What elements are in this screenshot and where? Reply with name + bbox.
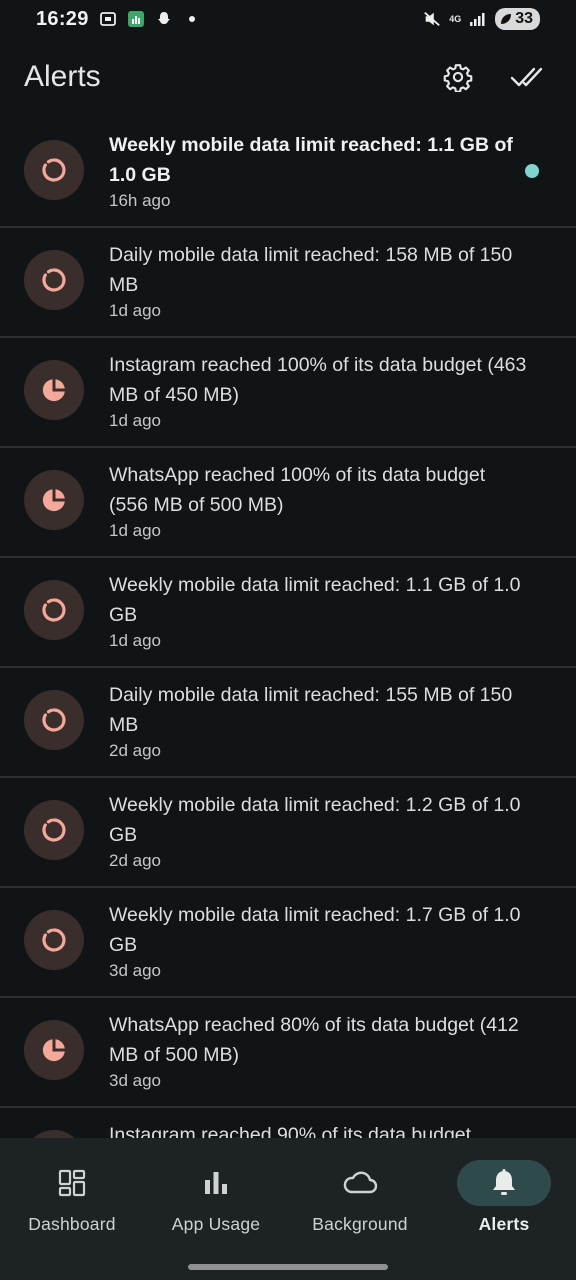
alert-avatar xyxy=(24,140,84,200)
snapchat-notification-icon xyxy=(155,10,173,28)
alert-time: 1d ago xyxy=(109,631,161,650)
more-notifications-dot-icon xyxy=(183,10,201,28)
mark-all-read-button[interactable] xyxy=(504,53,552,101)
settings-button[interactable] xyxy=(434,53,482,101)
alert-time: 1d ago xyxy=(109,521,161,540)
alert-time: 2d ago xyxy=(109,851,161,870)
data-limit-ring-icon xyxy=(41,157,67,183)
data-limit-ring-icon xyxy=(41,707,67,733)
nav-item-alerts[interactable]: Alerts xyxy=(432,1138,576,1250)
nav-items: Dashboard App Usage Background Alerts xyxy=(0,1138,576,1250)
page-title: Alerts xyxy=(24,60,101,93)
alert-text: Daily mobile data limit reached: 155 MB … xyxy=(109,680,529,763)
alert-title: Weekly mobile data limit reached: 1.1 GB… xyxy=(109,134,513,186)
alert-time: 1d ago xyxy=(109,301,161,320)
nav-icon-container xyxy=(313,1160,407,1206)
unread-indicator xyxy=(525,164,539,178)
status-left: 16:29 xyxy=(36,8,201,31)
nav-item-app-usage[interactable]: App Usage xyxy=(144,1138,288,1250)
alert-text: Weekly mobile data limit reached: 1.1 GB… xyxy=(109,570,529,653)
alert-time: 1d ago xyxy=(109,411,161,430)
nav-label: Alerts xyxy=(478,1214,530,1234)
status-right: 4G 33 xyxy=(423,8,540,30)
bottom-navigation: Dashboard App Usage Background Alerts xyxy=(0,1138,576,1280)
double-check-icon xyxy=(510,67,543,87)
alert-item[interactable]: Instagram reached 90% of its data budget xyxy=(0,1108,576,1138)
alert-list[interactable]: Weekly mobile data limit reached: 1.1 GB… xyxy=(0,118,576,1138)
nav-label: App Usage xyxy=(171,1214,261,1234)
nav-item-background[interactable]: Background xyxy=(288,1138,432,1250)
alert-title: Weekly mobile data limit reached: 1.2 GB… xyxy=(109,794,521,846)
gesture-bar[interactable] xyxy=(188,1264,388,1270)
alert-title: Instagram reached 90% of its data budget xyxy=(109,1124,472,1138)
alert-avatar xyxy=(24,470,84,530)
alert-avatar xyxy=(24,250,84,310)
alert-text: Daily mobile data limit reached: 158 MB … xyxy=(109,240,529,323)
data-limit-ring-icon xyxy=(41,817,67,843)
status-bar: 16:29 4G 33 xyxy=(0,0,576,38)
alert-avatar xyxy=(24,1020,84,1080)
alert-item[interactable]: WhatsApp reached 80% of its data budget … xyxy=(0,998,576,1108)
nav-icon-container xyxy=(169,1160,263,1206)
alert-item[interactable]: Weekly mobile data limit reached: 1.2 GB… xyxy=(0,778,576,888)
data-budget-pie-icon xyxy=(41,1037,67,1063)
alert-avatar xyxy=(24,1130,84,1138)
alert-item[interactable]: Daily mobile data limit reached: 158 MB … xyxy=(0,228,576,338)
data-budget-pie-icon xyxy=(41,487,67,513)
alert-text: Weekly mobile data limit reached: 1.2 GB… xyxy=(109,790,529,873)
alert-item[interactable]: WhatsApp reached 100% of its data budget… xyxy=(0,448,576,558)
data-budget-pie-icon xyxy=(41,377,67,403)
bar-chart-icon xyxy=(201,1168,231,1198)
alert-item[interactable]: Weekly mobile data limit reached: 1.1 GB… xyxy=(0,118,576,228)
cloud-icon xyxy=(340,1168,380,1198)
alert-item[interactable]: Weekly mobile data limit reached: 1.7 GB… xyxy=(0,888,576,998)
alert-item[interactable]: Weekly mobile data limit reached: 1.1 GB… xyxy=(0,558,576,668)
alert-title: Weekly mobile data limit reached: 1.1 GB… xyxy=(109,574,521,626)
status-time: 16:29 xyxy=(36,7,89,30)
data-limit-ring-icon xyxy=(41,597,67,623)
app-header: Alerts xyxy=(0,38,576,116)
alert-text: Weekly mobile data limit reached: 1.1 GB… xyxy=(109,130,529,213)
alert-title: Weekly mobile data limit reached: 1.7 GB… xyxy=(109,904,521,956)
alert-time: 16h ago xyxy=(109,191,171,210)
alert-title: Daily mobile data limit reached: 155 MB … xyxy=(109,684,513,736)
nav-label: Dashboard xyxy=(28,1214,116,1234)
app-notification-icon xyxy=(127,10,145,28)
alert-avatar xyxy=(24,690,84,750)
nav-label: Background xyxy=(312,1214,408,1234)
screenshot-icon xyxy=(99,10,117,28)
mute-icon xyxy=(423,10,441,28)
alert-item[interactable]: Daily mobile data limit reached: 155 MB … xyxy=(0,668,576,778)
alert-text: Weekly mobile data limit reached: 1.7 GB… xyxy=(109,900,529,983)
alert-avatar xyxy=(24,580,84,640)
nav-icon-container xyxy=(457,1160,551,1206)
dashboard-icon xyxy=(57,1168,87,1198)
battery-saver-leaf-icon xyxy=(501,14,512,24)
data-limit-ring-icon xyxy=(41,267,67,293)
battery-indicator: 33 xyxy=(495,8,540,30)
alert-text: Instagram reached 90% of its data budget xyxy=(109,1120,529,1138)
network-type-label: 4G xyxy=(449,13,462,24)
alert-avatar xyxy=(24,360,84,420)
alert-title: Daily mobile data limit reached: 158 MB … xyxy=(109,244,513,296)
alert-item[interactable]: Instagram reached 100% of its data budge… xyxy=(0,338,576,448)
alert-text: WhatsApp reached 80% of its data budget … xyxy=(109,1010,529,1093)
alert-text: WhatsApp reached 100% of its data budget… xyxy=(109,460,529,543)
bell-icon xyxy=(490,1168,518,1198)
alert-text: Instagram reached 100% of its data budge… xyxy=(109,350,529,433)
alert-title: Instagram reached 100% of its data budge… xyxy=(109,354,527,406)
nav-item-dashboard[interactable]: Dashboard xyxy=(0,1138,144,1250)
signal-icon xyxy=(469,10,487,28)
battery-level: 33 xyxy=(515,10,533,27)
alert-avatar xyxy=(24,910,84,970)
alert-time: 2d ago xyxy=(109,741,161,760)
gear-icon xyxy=(443,64,473,92)
alert-time: 3d ago xyxy=(109,1071,161,1090)
nav-icon-container xyxy=(25,1160,119,1206)
alert-avatar xyxy=(24,800,84,860)
data-limit-ring-icon xyxy=(41,927,67,953)
alert-title: WhatsApp reached 100% of its data budget… xyxy=(109,464,486,516)
alert-title: WhatsApp reached 80% of its data budget … xyxy=(109,1014,519,1066)
alert-time: 3d ago xyxy=(109,961,161,980)
